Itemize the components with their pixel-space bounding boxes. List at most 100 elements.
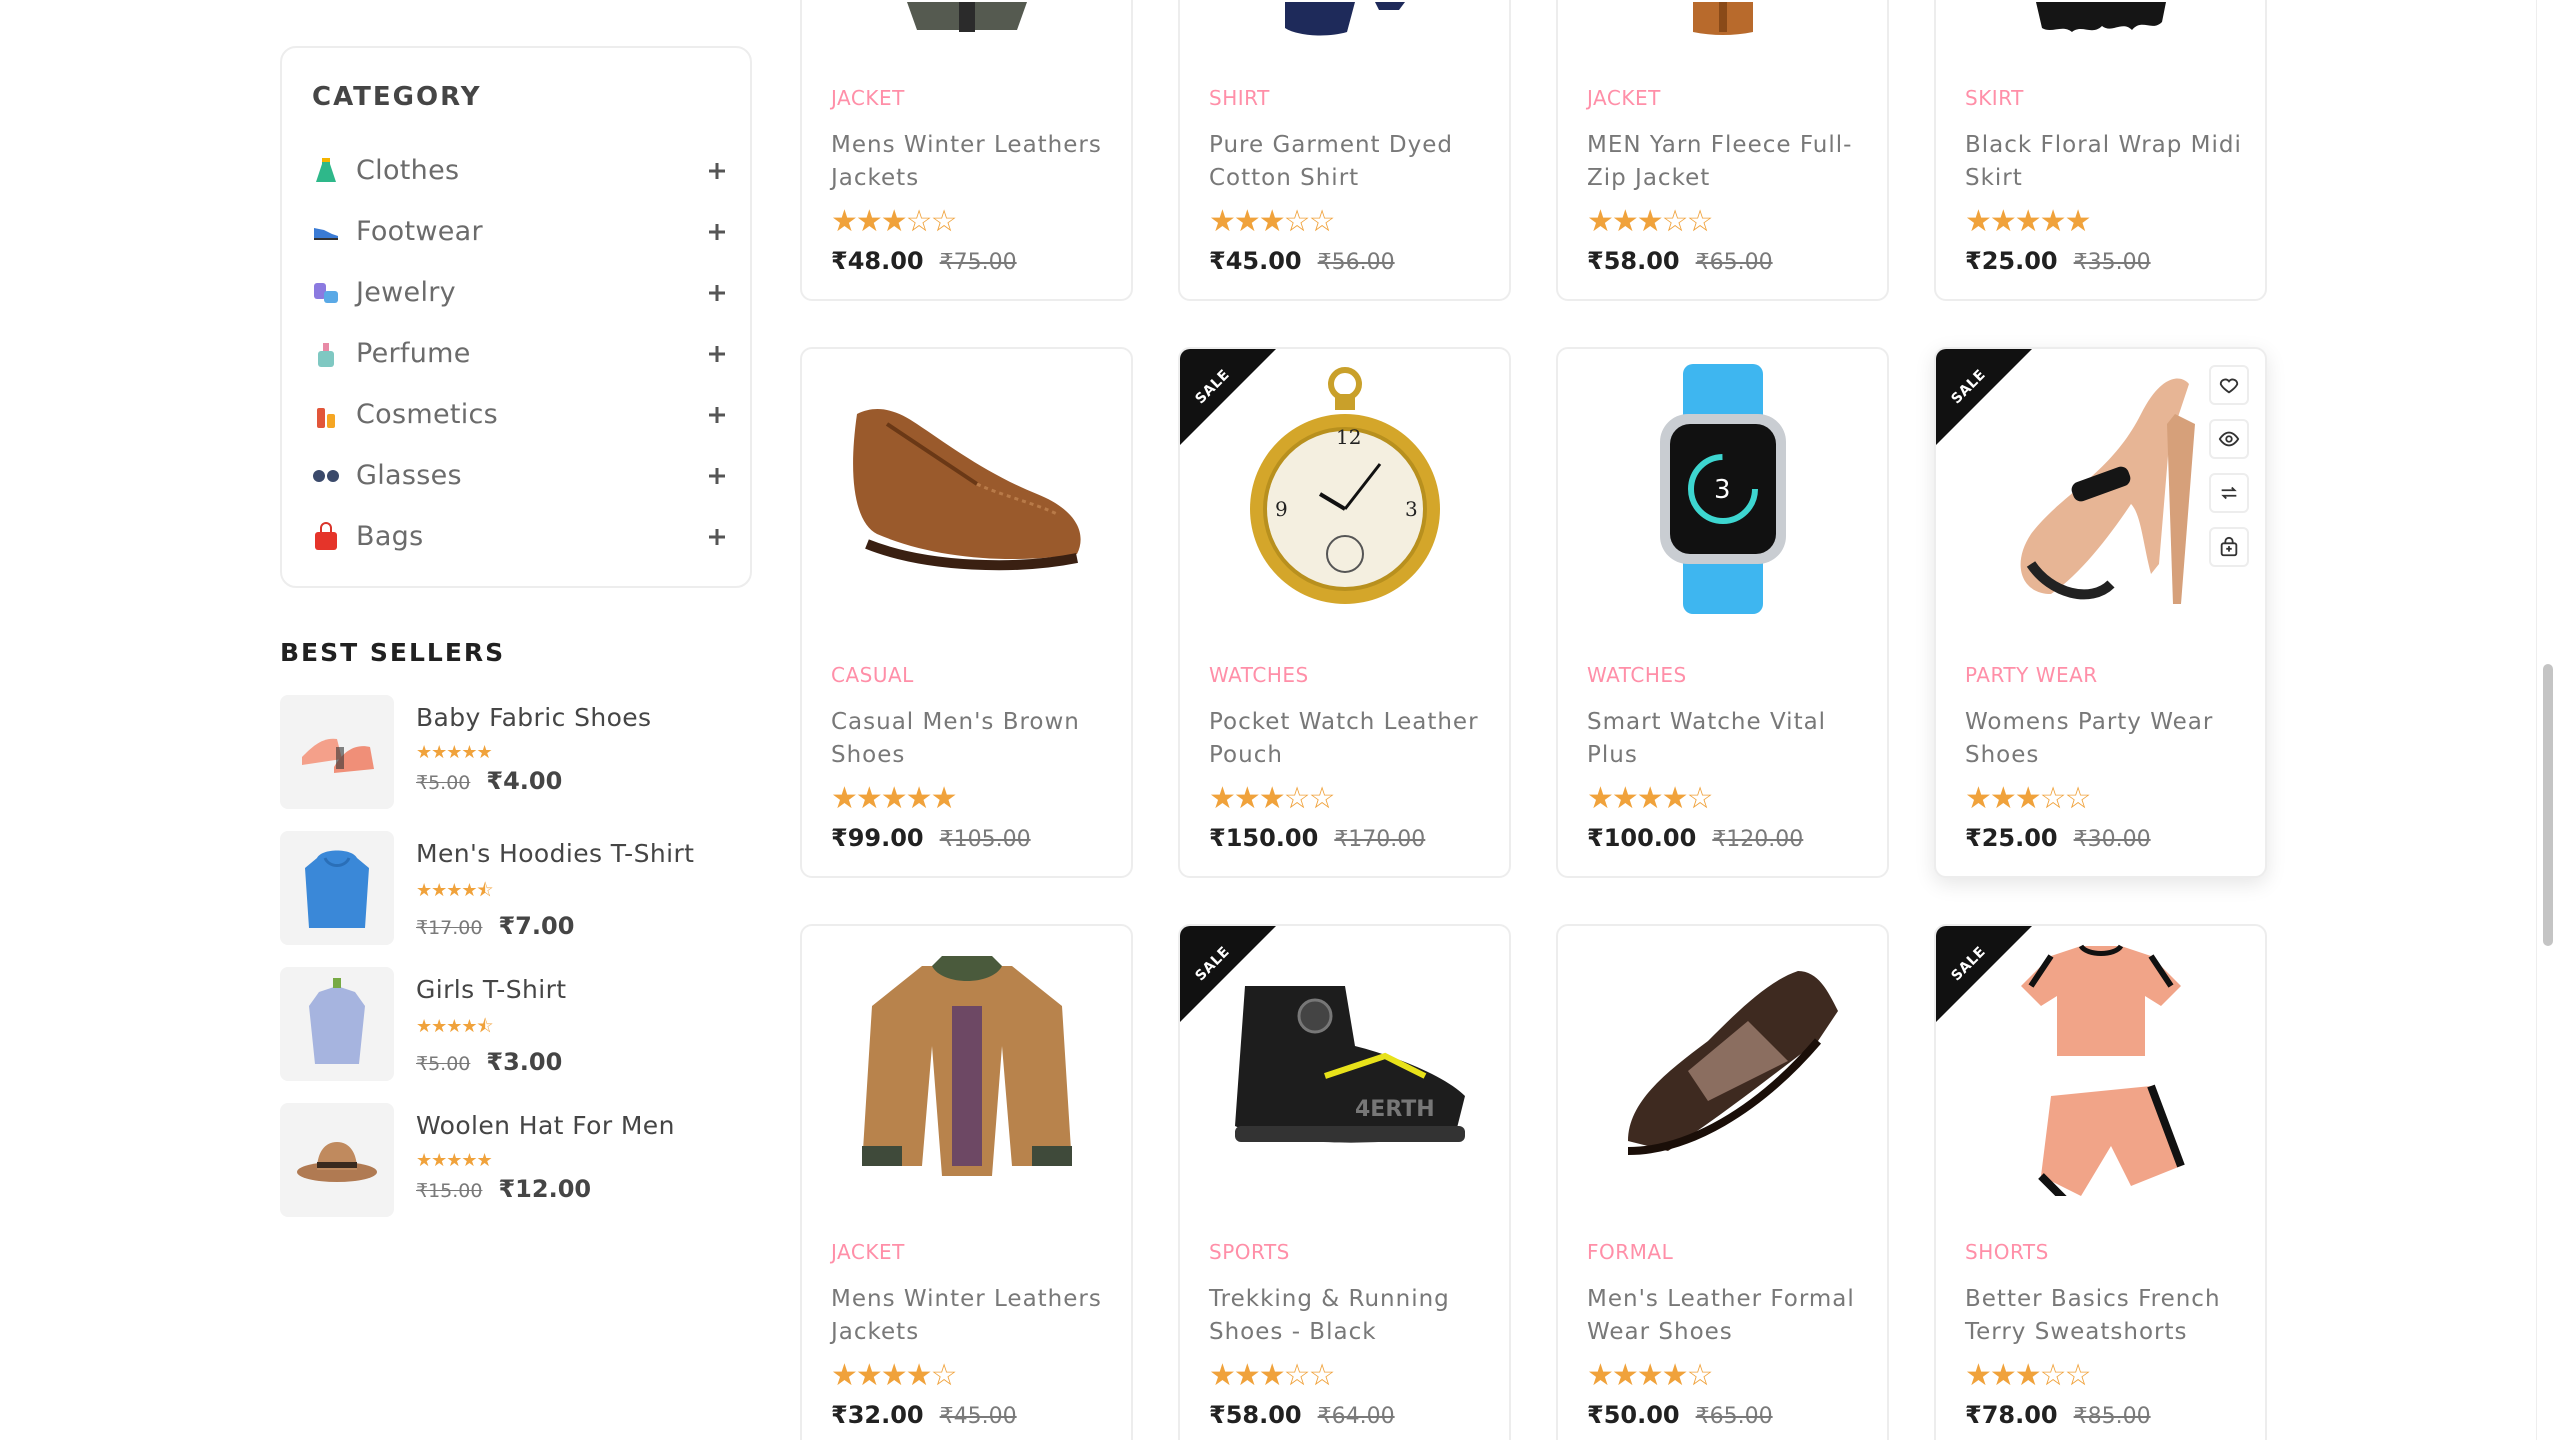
product-card[interactable]: 3 WATCHES Smart Watche Vital Plus ★★★★☆ … — [1556, 347, 1889, 878]
svg-text:12: 12 — [1336, 425, 1361, 449]
product-category[interactable]: JACKET — [1587, 86, 1867, 110]
product-name[interactable]: Mens Winter Leathers Jackets — [831, 1283, 1111, 1349]
add-to-cart-button[interactable] — [2209, 527, 2249, 567]
product-name[interactable]: Pure Garment Dyed Cotton Shirt — [1209, 129, 1489, 195]
price: ₹50.00 — [1587, 1401, 1680, 1429]
product-card[interactable]: CASUAL Casual Men's Brown Shoes ★★★★★ ₹9… — [800, 347, 1133, 878]
product-name[interactable]: Pocket Watch Leather Pouch — [1209, 706, 1489, 772]
heart-icon — [2219, 378, 2239, 394]
plus-icon[interactable] — [702, 156, 732, 186]
eye-icon — [2218, 431, 2240, 447]
product-name[interactable]: Mens Winter Leathers Jackets — [831, 129, 1111, 195]
glasses-icon — [312, 460, 340, 492]
product-name[interactable]: Black Floral Wrap Midi Skirt — [1965, 129, 2245, 195]
product-image[interactable]: 12 3 9 — [1180, 349, 1509, 629]
category-item-cosmetics[interactable]: Cosmetics — [312, 384, 732, 445]
product-image[interactable] — [802, 2, 1131, 42]
rating-stars: ★★★★★ — [416, 742, 493, 763]
best-seller-item[interactable]: Girls T-Shirt ★★★★⯪ ₹5.00 ₹3.00 — [280, 967, 750, 1103]
product-card[interactable]: SKIRT Black Floral Wrap Midi Skirt ★★★★★… — [1934, 0, 2267, 301]
product-category[interactable]: SHORTS — [1965, 1240, 2245, 1264]
best-seller-name[interactable]: Woolen Hat For Men — [416, 1111, 675, 1140]
product-category[interactable]: CASUAL — [831, 663, 1111, 687]
best-seller-name[interactable]: Girls T-Shirt — [416, 975, 566, 1004]
product-image[interactable] — [802, 349, 1131, 629]
plus-icon[interactable] — [702, 339, 732, 369]
product-category[interactable]: FORMAL — [1587, 1240, 1867, 1264]
plus-icon[interactable] — [702, 461, 732, 491]
best-seller-item[interactable]: Baby Fabric Shoes ★★★★★ ₹5.00 ₹4.00 — [280, 695, 750, 831]
price: ₹58.00 — [1587, 247, 1680, 275]
product-name[interactable]: Trekking & Running Shoes - Black — [1209, 1283, 1489, 1349]
product-thumbnail[interactable] — [280, 695, 394, 809]
product-name[interactable]: MEN Yarn Fleece Full-Zip Jacket — [1587, 129, 1867, 195]
category-item-glasses[interactable]: Glasses — [312, 445, 732, 506]
product-image[interactable] — [1558, 926, 1887, 1206]
plus-icon[interactable] — [702, 217, 732, 247]
product-category[interactable]: WATCHES — [1209, 663, 1489, 687]
product-name[interactable]: Better Basics French Terry Sweatshorts — [1965, 1283, 2245, 1349]
product-image[interactable]: 3 — [1558, 349, 1887, 629]
product-card[interactable]: JACKET Mens Winter Leathers Jackets ★★★★… — [800, 924, 1133, 1440]
product-image[interactable] — [1936, 2, 2265, 42]
product-name[interactable]: Womens Party Wear Shoes — [1965, 706, 2245, 772]
scrollbar-thumb[interactable] — [2543, 664, 2553, 946]
price: ₹100.00 — [1587, 824, 1697, 852]
product-category[interactable]: PARTY WEAR — [1965, 663, 2245, 687]
product-image[interactable] — [1180, 2, 1509, 42]
product-name[interactable]: Casual Men's Brown Shoes — [831, 706, 1111, 772]
best-seller-item[interactable]: Woolen Hat For Men ★★★★★ ₹15.00 ₹12.00 — [280, 1103, 750, 1239]
product-category[interactable]: JACKET — [831, 1240, 1111, 1264]
old-price: ₹64.00 — [1317, 1404, 1395, 1429]
rating-stars: ★★★☆☆ — [1587, 204, 1713, 239]
product-card[interactable]: SALE 12 3 9 WATCHES Pocket Watch Leather P… — [1178, 347, 1511, 878]
product-name[interactable]: Smart Watche Vital Plus — [1587, 706, 1867, 772]
svg-text:9: 9 — [1275, 497, 1288, 521]
plus-icon[interactable] — [702, 400, 732, 430]
plus-icon[interactable] — [702, 278, 732, 308]
product-image[interactable] — [802, 926, 1131, 1206]
product-name[interactable]: Men's Leather Formal Wear Shoes — [1587, 1283, 1867, 1349]
price: ₹32.00 — [831, 1401, 924, 1429]
best-seller-item[interactable]: Men's Hoodies T-Shirt ★★★★⯪ ₹17.00 ₹7.00 — [280, 831, 750, 967]
product-card[interactable]: SALE SHORTS Better Basics French Terry S… — [1934, 924, 2267, 1440]
category-item-perfume[interactable]: Perfume — [312, 323, 732, 384]
product-card[interactable]: FORMAL Men's Leather Formal Wear Shoes ★… — [1556, 924, 1889, 1440]
product-card[interactable]: JACKET Mens Winter Leathers Jackets ★★★☆… — [800, 0, 1133, 301]
product-card[interactable]: SALE PARTY WEAR Womens Party Wear Shoes … — [1934, 347, 2267, 878]
category-list: Clothes Footwear Jewelry Perfume Cosmeti… — [312, 140, 732, 567]
category-item-footwear[interactable]: Footwear — [312, 201, 732, 262]
old-price: ₹17.00 — [416, 917, 483, 939]
category-item-clothes[interactable]: Clothes — [312, 140, 732, 201]
product-thumbnail[interactable] — [280, 1103, 394, 1217]
best-sellers-title: BEST SELLERS — [280, 638, 506, 667]
product-card[interactable]: SALE 4ERTH SPORTS Trekking & Running Sho… — [1178, 924, 1511, 1440]
bag-icon — [312, 521, 340, 553]
price: ₹25.00 — [1965, 247, 2058, 275]
product-category[interactable]: SHIRT — [1209, 86, 1489, 110]
product-image[interactable]: 4ERTH — [1180, 926, 1509, 1206]
best-seller-name[interactable]: Men's Hoodies T-Shirt — [416, 839, 694, 868]
product-thumbnail[interactable] — [280, 967, 394, 1081]
category-label: Perfume — [356, 338, 471, 369]
rating-stars: ★★★★☆ — [1587, 781, 1713, 816]
rating-stars: ★★★★★ — [831, 781, 957, 816]
product-category[interactable]: SKIRT — [1965, 86, 2245, 110]
product-thumbnail[interactable] — [280, 831, 394, 945]
category-item-bags[interactable]: Bags — [312, 506, 732, 567]
product-image[interactable] — [1936, 926, 2265, 1206]
product-category[interactable]: WATCHES — [1587, 663, 1867, 687]
product-category[interactable]: JACKET — [831, 86, 1111, 110]
product-image[interactable] — [1558, 2, 1887, 42]
product-category[interactable]: SPORTS — [1209, 1240, 1489, 1264]
quick-view-button[interactable] — [2209, 419, 2249, 459]
product-card[interactable]: JACKET MEN Yarn Fleece Full-Zip Jacket ★… — [1556, 0, 1889, 301]
product-card[interactable]: SHIRT Pure Garment Dyed Cotton Shirt ★★★… — [1178, 0, 1511, 301]
plus-icon[interactable] — [702, 522, 732, 552]
category-item-jewelry[interactable]: Jewelry — [312, 262, 732, 323]
wishlist-button[interactable] — [2209, 365, 2249, 405]
category-label: Jewelry — [356, 277, 456, 308]
compare-button[interactable] — [2209, 473, 2249, 513]
best-seller-name[interactable]: Baby Fabric Shoes — [416, 703, 652, 732]
page-scrollbar[interactable] — [2536, 0, 2560, 1440]
